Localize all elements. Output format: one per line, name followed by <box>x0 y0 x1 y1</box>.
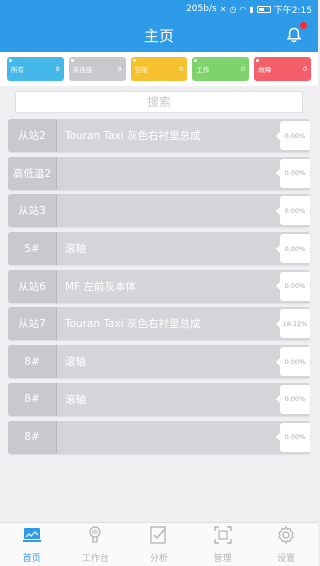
device-product: 滚轴 <box>65 243 86 256</box>
progress-percent: 0.00% <box>276 271 310 301</box>
progress-percent: 0.00% <box>276 158 310 188</box>
chip-dot <box>70 59 74 62</box>
device-product <box>57 421 280 454</box>
tab-label: 首页 <box>22 554 41 564</box>
tab-label: 管理 <box>213 554 232 564</box>
notification-badge <box>300 22 307 29</box>
filter-count: 9 <box>55 65 60 73</box>
filter-label: 空闲 <box>134 66 148 74</box>
filter-chip[interactable]: 空闲 0 <box>130 57 188 81</box>
tab-label: 分析 <box>149 554 168 564</box>
device-product: 滚轴 <box>65 356 86 369</box>
status-bar: 205b/s ✕ ◷ ◠ ▮ 下午2:15 <box>0 0 318 18</box>
filter-count: 0 <box>241 65 246 73</box>
device-id: 高低温2 <box>8 156 57 190</box>
search-input[interactable]: 搜索 <box>15 91 303 113</box>
device-list: 从站2 Touran Taxi 灰色右衬里总成 0.00% 高低温2 0.00% 从站3 0… <box>0 116 318 454</box>
filter-label: 未连接 <box>72 66 93 74</box>
filter-label: 故障 <box>258 66 272 74</box>
filter-count: 0 <box>179 65 184 73</box>
filter-chip[interactable]: 所有 9 <box>7 57 64 81</box>
device-product <box>57 194 280 227</box>
device-row[interactable]: 从站3 0.00% <box>8 194 310 228</box>
status-filter-bar: 所有 9 未连接 9 空闲 0 工作 0 故障 0 <box>0 52 318 86</box>
bottom-tab-bar: 首页 工作台 分析 管理 设置 <box>0 522 318 566</box>
manage-icon <box>213 525 233 549</box>
device-id: 8# <box>8 382 57 416</box>
filter-chip[interactable]: 工作 0 <box>192 57 250 81</box>
device-row[interactable]: 8# 0.00% <box>8 420 310 454</box>
device-row[interactable]: 5# 滚轴 0.00% <box>8 232 310 266</box>
tab-4[interactable]: 设置 <box>254 523 318 566</box>
device-row[interactable]: 8# 滚轴 0.00% <box>8 345 310 379</box>
filter-count: 0 <box>302 65 307 73</box>
device-id: 从站3 <box>8 194 57 228</box>
progress-percent: 18.12% <box>276 309 310 339</box>
clock: 下午2:15 <box>273 5 312 16</box>
device-row[interactable]: 从站2 Touran Taxi 灰色右衬里总成 0.00% <box>8 119 310 152</box>
bell-icon[interactable] <box>286 27 302 43</box>
filter-chip[interactable]: 故障 0 <box>254 57 311 81</box>
settings-gear-icon <box>276 525 296 549</box>
page-title: 主页 <box>143 26 174 45</box>
tab-label: 设置 <box>277 554 296 564</box>
device-product: Touran Taxi 灰色右衬里总成 <box>65 130 201 142</box>
filter-label: 所有 <box>11 66 24 74</box>
chip-dot <box>256 59 260 62</box>
signal-icon: ▮ <box>249 4 254 14</box>
progress-percent: 0.00% <box>276 384 310 414</box>
device-id: 8# <box>8 345 57 379</box>
progress-percent: 0.00% <box>276 234 310 264</box>
filter-count: 9 <box>117 65 122 73</box>
filter-chip[interactable]: 未连接 9 <box>68 57 126 81</box>
app-header: 主页 <box>0 18 318 52</box>
tab-1[interactable]: 工作台 <box>64 523 128 566</box>
workbench-icon <box>85 525 105 549</box>
device-id: 8# <box>8 420 57 454</box>
device-row[interactable]: 高低温2 0.00% <box>8 156 310 190</box>
progress-percent: 0.00% <box>276 347 310 377</box>
progress-percent: 0.00% <box>276 422 310 452</box>
device-row[interactable]: 从站6 MF 左前灰本体 0.00% <box>8 269 310 303</box>
device-product: 滚轴 <box>65 393 86 406</box>
analysis-icon <box>149 525 169 549</box>
tab-0[interactable]: 首页 <box>0 523 64 566</box>
wifi-icon: ◠ <box>239 4 247 14</box>
chip-dot <box>194 59 198 62</box>
mute-icon: ✕ <box>219 4 227 14</box>
chip-dot <box>9 59 12 62</box>
tab-3[interactable]: 管理 <box>191 523 255 566</box>
progress-percent: 0.00% <box>276 121 310 150</box>
progress-percent: 0.00% <box>276 196 310 226</box>
alarm-icon: ◷ <box>229 4 237 14</box>
device-id: 5# <box>8 232 57 266</box>
filter-label: 工作 <box>196 66 210 74</box>
device-id: 从站7 <box>8 307 57 341</box>
network-speed: 205b/s <box>186 4 217 14</box>
device-product: Touran Taxi 灰色右衬里总成 <box>65 318 201 331</box>
device-product <box>57 157 280 190</box>
device-row[interactable]: 8# 滚轴 0.00% <box>8 382 310 416</box>
home-monitor-icon <box>22 525 42 549</box>
battery-icon <box>256 5 271 13</box>
tab-2[interactable]: 分析 <box>127 523 191 566</box>
tab-label: 工作台 <box>81 554 109 564</box>
device-id: 从站2 <box>8 119 57 152</box>
device-id: 从站6 <box>8 269 57 303</box>
device-row[interactable]: 从站7 Touran Taxi 灰色右衬里总成 18.12% <box>8 307 310 341</box>
device-product: MF 左前灰本体 <box>65 280 136 293</box>
chip-dot <box>132 59 136 62</box>
